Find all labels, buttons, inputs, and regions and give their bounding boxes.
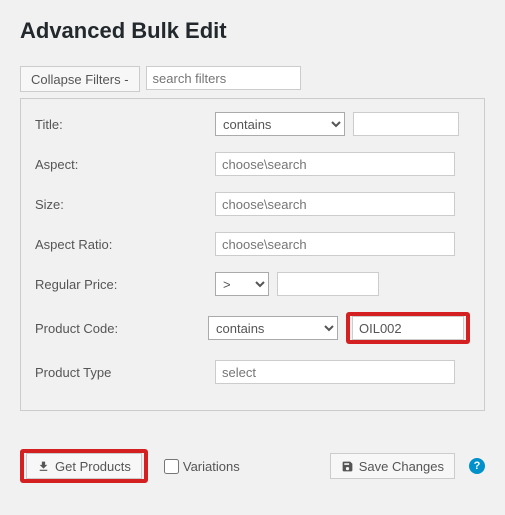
- help-icon[interactable]: ?: [469, 458, 485, 474]
- filter-toolbar: Collapse Filters -: [0, 66, 505, 98]
- regular-price-label: Regular Price:: [35, 277, 215, 292]
- size-label: Size:: [35, 197, 215, 212]
- regular-price-value-input[interactable]: [277, 272, 379, 296]
- product-code-operator-select[interactable]: contains: [208, 316, 338, 340]
- variations-checkbox-wrap[interactable]: Variations: [164, 459, 240, 474]
- get-products-button[interactable]: Get Products: [26, 453, 142, 479]
- product-code-highlight: [346, 312, 470, 344]
- size-input[interactable]: [215, 192, 455, 216]
- aspect-ratio-label: Aspect Ratio:: [35, 237, 215, 252]
- variations-label: Variations: [183, 459, 240, 474]
- product-code-label: Product Code:: [35, 321, 208, 336]
- title-label: Title:: [35, 117, 215, 132]
- aspect-ratio-input[interactable]: [215, 232, 455, 256]
- title-operator-select[interactable]: contains: [215, 112, 345, 136]
- download-icon: [37, 460, 50, 473]
- filter-row-product-type: Product Type: [21, 352, 484, 392]
- filter-row-title: Title: contains: [21, 104, 484, 144]
- filter-panel: Title: contains Aspect: Size: Aspect Rat…: [20, 98, 485, 411]
- search-filters-input[interactable]: [146, 66, 301, 90]
- save-icon: [341, 460, 354, 473]
- action-bar: Get Products Variations Save Changes ?: [0, 411, 505, 483]
- filter-row-size: Size:: [21, 184, 484, 224]
- product-type-label: Product Type: [35, 365, 215, 380]
- page-title: Advanced Bulk Edit: [0, 0, 505, 66]
- filter-row-regular-price: Regular Price: >: [21, 264, 484, 304]
- aspect-input[interactable]: [215, 152, 455, 176]
- save-changes-button[interactable]: Save Changes: [330, 453, 455, 479]
- product-type-input[interactable]: [215, 360, 455, 384]
- get-products-highlight: Get Products: [20, 449, 148, 483]
- app-root: Advanced Bulk Edit Collapse Filters - Ti…: [0, 0, 505, 503]
- collapse-filters-button[interactable]: Collapse Filters -: [20, 66, 140, 92]
- aspect-label: Aspect:: [35, 157, 215, 172]
- variations-checkbox[interactable]: [164, 459, 179, 474]
- title-value-input[interactable]: [353, 112, 459, 136]
- save-changes-label: Save Changes: [359, 459, 444, 474]
- get-products-label: Get Products: [55, 459, 131, 474]
- regular-price-operator-select[interactable]: >: [215, 272, 269, 296]
- filter-row-aspect: Aspect:: [21, 144, 484, 184]
- product-code-value-input[interactable]: [352, 316, 464, 340]
- filter-row-product-code: Product Code: contains: [21, 304, 484, 352]
- filter-row-aspect-ratio: Aspect Ratio:: [21, 224, 484, 264]
